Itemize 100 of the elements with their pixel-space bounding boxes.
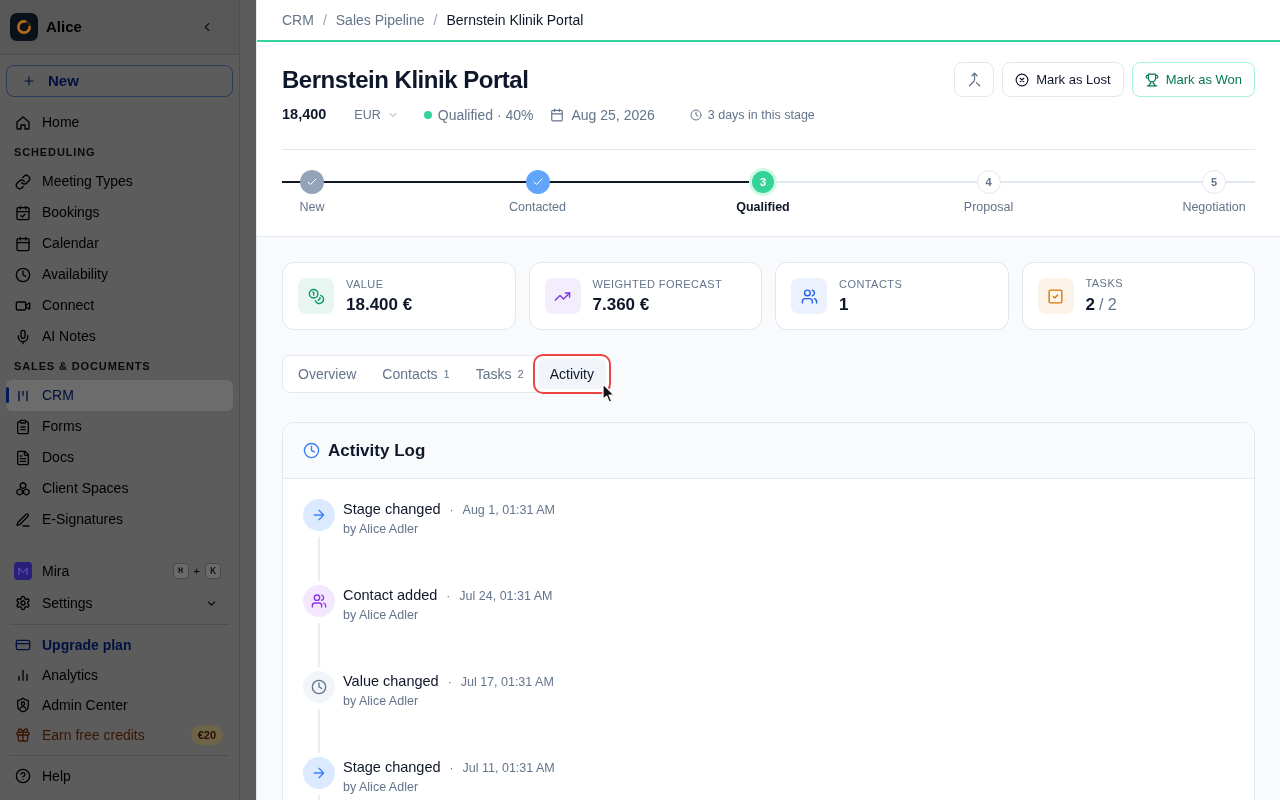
shield-user-icon bbox=[15, 697, 31, 713]
clock-icon bbox=[303, 671, 335, 703]
stat-label: VALUE bbox=[346, 276, 385, 291]
currency-select[interactable]: EUR bbox=[354, 105, 399, 125]
pen-icon bbox=[15, 511, 31, 528]
sidebar-item[interactable]: CRM bbox=[6, 380, 233, 411]
boxes-icon bbox=[15, 480, 31, 497]
calendar-icon bbox=[15, 235, 31, 252]
activity-author: by Alice Adler bbox=[343, 607, 420, 624]
settings-item[interactable]: Settings bbox=[6, 587, 233, 619]
step-node: 5 bbox=[1202, 170, 1226, 194]
active-indicator bbox=[6, 387, 9, 403]
help-icon bbox=[15, 768, 31, 784]
sidebar-item[interactable]: Home bbox=[6, 107, 233, 138]
step-node: 4 bbox=[976, 170, 1001, 194]
arrow-right-icon bbox=[303, 757, 335, 789]
stat-total: / 2 bbox=[1098, 294, 1117, 315]
clock-icon bbox=[15, 266, 31, 283]
separator-dot: · bbox=[447, 674, 452, 691]
step-label: Contacted bbox=[509, 199, 566, 215]
card-title: Activity Log bbox=[328, 439, 426, 462]
sidebar-item[interactable]: Mira bbox=[6, 555, 173, 587]
sidebar-item[interactable]: Admin Center bbox=[6, 690, 233, 720]
stat-value: 18.400 € bbox=[346, 293, 413, 316]
microphone-icon bbox=[15, 328, 31, 345]
breadcrumb-link[interactable]: CRM bbox=[282, 9, 314, 31]
trophy-icon bbox=[1144, 72, 1159, 87]
merge-button[interactable] bbox=[954, 62, 995, 97]
sidebar-item[interactable]: Client Spaces bbox=[6, 473, 233, 504]
tab[interactable]: Contacts 1 bbox=[370, 359, 462, 389]
sidebar-item[interactable]: Meeting Types bbox=[6, 166, 233, 197]
link-icon bbox=[15, 173, 31, 190]
sidebar-item[interactable]: E-Signatures bbox=[6, 504, 233, 535]
tab[interactable]: Activity bbox=[537, 359, 606, 389]
credit-badge: €20 bbox=[190, 725, 223, 745]
stage-label: Qualified · 40% bbox=[437, 105, 534, 125]
mark-won-button[interactable]: Mark as Won bbox=[1131, 62, 1255, 97]
section-heading: SALES & DOCUMENTS bbox=[14, 358, 151, 374]
sidebar-item[interactable]: Docs bbox=[6, 442, 233, 473]
activity-title: Value changed bbox=[343, 672, 439, 692]
step-label: Proposal bbox=[963, 199, 1014, 215]
sidebar-item[interactable]: Availability bbox=[6, 259, 233, 290]
home-icon bbox=[15, 114, 31, 131]
shortcut-key: ⌘ bbox=[172, 563, 189, 579]
deal-title: Bernstein Klinik Portal bbox=[282, 64, 529, 95]
separator-dot: · bbox=[446, 588, 451, 605]
sidebar-item[interactable]: Analytics bbox=[6, 660, 233, 690]
sidebar-item[interactable]: Connect bbox=[6, 290, 233, 321]
new-button[interactable]: New bbox=[6, 65, 233, 97]
settings-icon bbox=[15, 595, 31, 611]
activity-author: by Alice Adler bbox=[343, 693, 420, 710]
sidebar-item[interactable]: AI Notes bbox=[6, 321, 233, 352]
stat-value: 7.360 € bbox=[592, 293, 650, 316]
activity-time: Jul 17, 01:31 AM bbox=[460, 673, 554, 691]
activity-time: Jul 24, 01:31 AM bbox=[459, 587, 553, 605]
activity-title: Stage changed bbox=[343, 758, 441, 778]
credit-card-icon bbox=[15, 637, 31, 653]
sidebar-item[interactable]: Help bbox=[6, 761, 233, 791]
clipboard-icon bbox=[15, 418, 31, 435]
activity-title: Contact added bbox=[343, 586, 438, 606]
assistant-logo-icon bbox=[14, 562, 32, 580]
sidebar-item[interactable]: Earn free credits bbox=[6, 720, 191, 750]
workspace-name: Alice bbox=[46, 16, 82, 37]
activity-time: Jul 11, 01:31 AM bbox=[462, 759, 555, 777]
breadcrumb-separator: / bbox=[322, 10, 327, 30]
users-icon bbox=[303, 585, 335, 617]
calendar-icon bbox=[550, 108, 565, 122]
step-node: 3 bbox=[749, 168, 777, 196]
tab[interactable]: Tasks 2 bbox=[463, 359, 536, 389]
sidebar-item[interactable]: Bookings bbox=[6, 197, 233, 228]
step-label: New bbox=[299, 199, 325, 215]
mark-lost-button[interactable]: Mark as Lost bbox=[1002, 62, 1124, 97]
arrow-right-icon bbox=[303, 499, 335, 531]
tab[interactable]: Overview bbox=[286, 359, 369, 389]
bar-chart-icon bbox=[15, 667, 31, 683]
step-label: Negotiation bbox=[1182, 199, 1246, 215]
clock-icon bbox=[689, 109, 702, 121]
time-in-stage: 3 days in this stage bbox=[707, 106, 815, 124]
activity-author: by Alice Adler bbox=[343, 521, 420, 538]
section-heading: SCHEDULING bbox=[14, 144, 96, 160]
deal-amount: 18,400 bbox=[282, 105, 327, 125]
shortcut-separator: + bbox=[193, 563, 200, 579]
separator-dot: · bbox=[449, 760, 454, 777]
merge-icon bbox=[966, 72, 982, 87]
activity-author: by Alice Adler bbox=[343, 779, 420, 796]
stat-label: CONTACTS bbox=[839, 276, 903, 291]
gift-icon bbox=[15, 727, 31, 743]
sidebar-item[interactable]: Calendar bbox=[6, 228, 233, 259]
breadcrumb-separator: / bbox=[433, 10, 438, 30]
sidebar-item[interactable]: Upgrade plan bbox=[6, 630, 233, 660]
sidebar-item[interactable]: Forms bbox=[6, 411, 233, 442]
x-circle-icon bbox=[1015, 72, 1030, 87]
stat-label: TASKS bbox=[1085, 275, 1123, 290]
shortcut-key: K bbox=[205, 563, 221, 579]
stat-value: 1 bbox=[839, 293, 849, 316]
breadcrumb-link[interactable]: Sales Pipeline bbox=[335, 9, 425, 31]
activity-title: Stage changed bbox=[343, 500, 441, 520]
stat-label: WEIGHTED FORECAST bbox=[592, 276, 723, 291]
calendar-check-icon bbox=[15, 204, 31, 221]
logo-icon bbox=[10, 13, 38, 41]
